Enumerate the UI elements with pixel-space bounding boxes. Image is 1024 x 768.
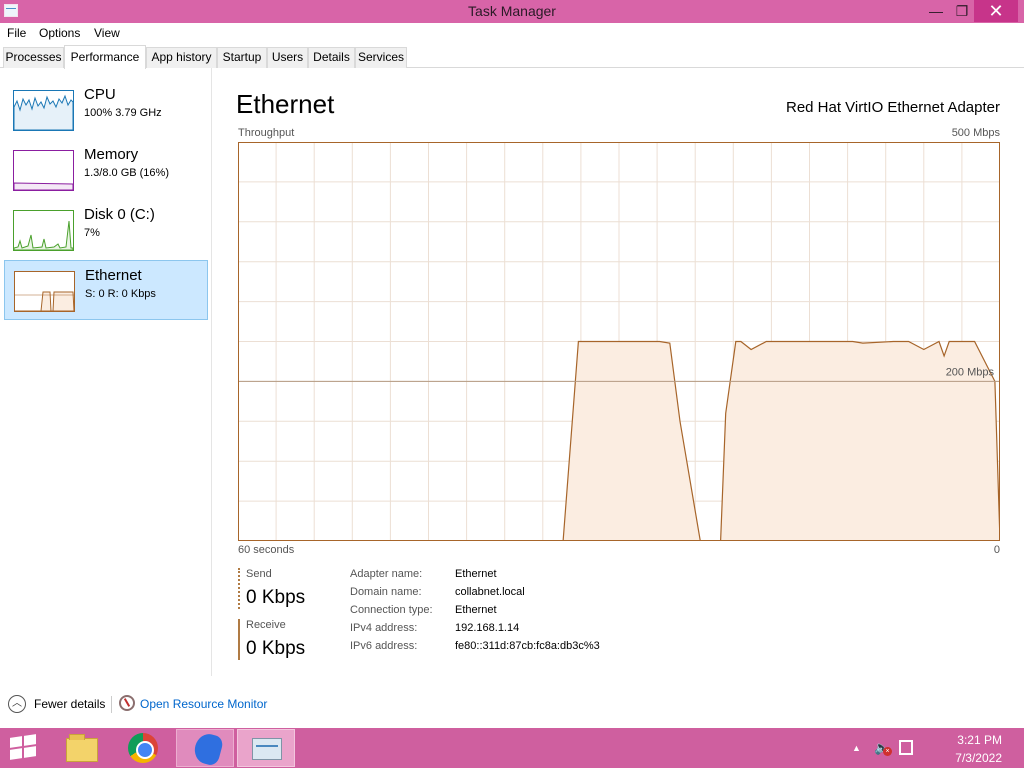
taskbar [0,728,1024,768]
menu-bar: File Options View [0,23,1024,44]
receive-legend-line [238,619,240,660]
footer-bar: ︿ Fewer details Open Resource Monitor [0,688,1024,720]
send-legend-line [238,568,240,609]
detail-value: collabnet.local [455,586,525,598]
tab-strip: Processes Performance App history Startu… [0,45,1024,69]
sidebar-item-value: 1.3/8.0 GB (16%) [84,167,169,179]
page-title: Ethernet [236,89,335,119]
folder-icon [66,734,98,762]
throughput-chart-svg: 200 Mbps [238,142,1001,542]
title-bar[interactable]: Task Manager — ❐ ✕ [0,0,1024,23]
detail-value: Ethernet [455,604,497,616]
window-title: Task Manager [468,3,556,19]
task-manager-taskbar-button[interactable] [237,729,295,767]
y-max-label: 500 Mbps [951,127,1000,139]
restore-button[interactable]: ❐ [951,0,973,22]
sidebar-item-memory[interactable]: Memory 1.3/8.0 GB (16%) [4,140,208,200]
tab-services[interactable]: Services [355,47,407,68]
menu-options[interactable]: Options [39,26,80,40]
fewer-details-button[interactable]: Fewer details [34,697,105,711]
ethernet-thumbnail-graph [14,271,75,312]
resource-list: CPU 100% 3.79 GHz Memory 1.3/8.0 GB (16%… [0,68,212,676]
tab-startup[interactable]: Startup [217,47,267,68]
clock-time[interactable]: 3:21 PM [957,733,1002,747]
detail-key: Connection type: [350,604,433,616]
send-label: Send [246,568,272,580]
minimize-button[interactable]: — [920,0,952,22]
receive-value: 0 Kbps [246,638,306,659]
windows-start-icon[interactable] [10,734,38,761]
x-right-label: 0 [993,544,1000,556]
sidebar-item-disk[interactable]: Disk 0 (C:) 7% [4,200,208,260]
close-button[interactable]: ✕ [974,0,1018,22]
detail-key: Domain name: [350,586,422,598]
network-icon[interactable] [899,740,913,755]
sidebar-item-label: Disk 0 (C:) [84,206,155,223]
tab-app-history[interactable]: App history [146,47,217,68]
throughput-chart: 200 Mbps [238,142,1001,542]
detail-key: IPv4 address: [350,622,418,634]
resource-monitor-icon[interactable] [119,695,135,711]
detail-value: fe80::311d:87cb:fc8a:db3c%3 [455,640,600,652]
sidebar-item-ethernet[interactable]: Ethernet S: 0 R: 0 Kbps [4,260,208,320]
detail-key: IPv6 address: [350,640,418,652]
tab-performance[interactable]: Performance [64,45,146,69]
divider [111,696,112,713]
reference-line-label: 200 Mbps [946,366,995,378]
cpu-thumbnail-graph [13,90,74,131]
tab-users[interactable]: Users [267,47,308,68]
sidebar-item-value: S: 0 R: 0 Kbps [85,288,156,300]
file-explorer-taskbar-button[interactable] [52,729,110,767]
sidebar-item-label: Memory [84,146,139,163]
muted-icon: × [883,747,892,756]
sidebar-item-label: CPU [84,86,116,103]
receive-label: Receive [246,619,286,631]
task-manager-icon [252,738,282,760]
sidebar-item-label: Ethernet [85,267,142,284]
x-left-label: 60 seconds [238,544,295,556]
sidebar-item-value: 7% [84,227,100,239]
app-taskbar-button[interactable] [176,729,234,767]
tab-details[interactable]: Details [308,47,355,68]
menu-file[interactable]: File [7,26,26,40]
app-icon [191,731,225,767]
adapter-name: Red Hat VirtIO Ethernet Adapter [785,99,1000,116]
chart-title: Throughput [238,127,295,139]
tab-processes[interactable]: Processes [3,47,64,68]
open-resource-monitor-link[interactable]: Open Resource Monitor [140,697,267,711]
sidebar-item-value: 100% 3.79 GHz [84,107,162,119]
show-hidden-icons-icon[interactable]: ▲ [852,743,861,753]
chrome-icon [128,733,158,763]
chrome-taskbar-button[interactable] [113,729,171,767]
memory-thumbnail-graph [13,150,74,191]
chevron-up-icon[interactable]: ︿ [8,695,26,713]
detail-value: Ethernet [455,568,497,580]
detail-key: Adapter name: [350,568,423,580]
send-value: 0 Kbps [246,587,306,608]
sidebar-item-cpu[interactable]: CPU 100% 3.79 GHz [4,80,208,140]
menu-view[interactable]: View [94,26,120,40]
detail-value: 192.168.1.14 [455,622,520,634]
clock-date[interactable]: 7/3/2022 [955,751,1002,765]
disk-thumbnail-graph [13,210,74,251]
